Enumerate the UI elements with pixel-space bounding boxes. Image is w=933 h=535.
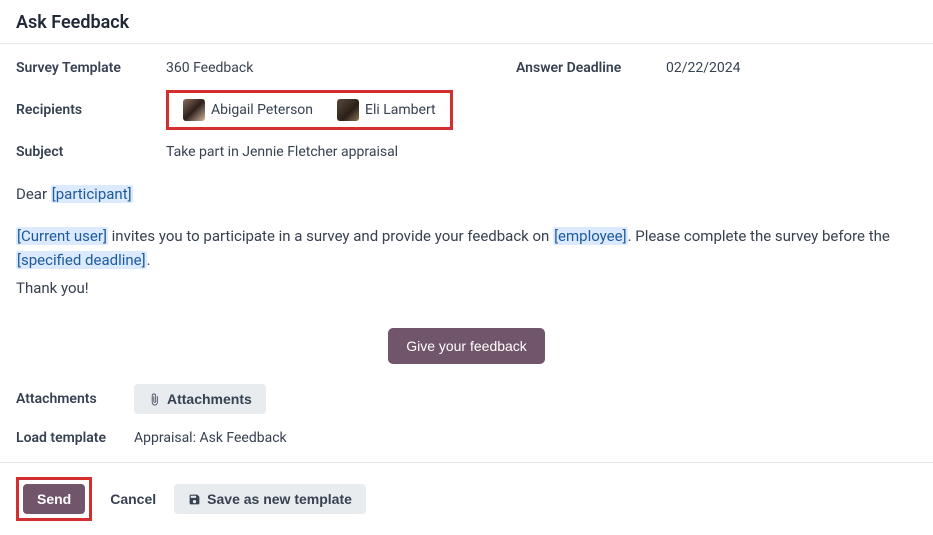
placeholder-current-user: [Current user] [16, 227, 108, 245]
recipients-label: Recipients [16, 102, 166, 118]
recipient-chip[interactable]: Eli Lambert [337, 99, 436, 121]
load-template-value[interactable]: Appraisal: Ask Feedback [134, 430, 287, 446]
subject-label: Subject [16, 144, 166, 160]
recipients-highlight-box: Abigail Peterson Eli Lambert [166, 90, 453, 130]
attachments-button[interactable]: Attachments [134, 384, 266, 414]
form-area: Survey Template 360 Feedback Answer Dead… [0, 44, 933, 182]
body-text: . Please complete the survey before the [628, 227, 890, 245]
subject-value[interactable]: Take part in Jennie Fletcher appraisal [166, 144, 398, 160]
body-text: . [147, 251, 151, 269]
cancel-button[interactable]: Cancel [102, 484, 164, 514]
recipient-chip[interactable]: Abigail Peterson [183, 99, 313, 121]
placeholder-deadline: [specified deadline] [16, 251, 147, 269]
save-as-template-label: Save as new template [207, 491, 352, 507]
attachments-section: Attachments Attachments Load template Ap… [0, 384, 933, 446]
placeholder-participant: [participant] [51, 185, 133, 203]
avatar-icon [337, 99, 359, 121]
save-as-template-button[interactable]: Save as new template [174, 484, 366, 514]
recipient-name: Abigail Peterson [211, 102, 313, 118]
dialog-title: Ask Feedback [16, 12, 917, 33]
answer-deadline-value[interactable]: 02/22/2024 [666, 60, 741, 76]
survey-template-value[interactable]: 360 Feedback [166, 60, 253, 76]
send-button[interactable]: Send [23, 484, 85, 514]
thankyou-text: Thank you! [16, 276, 917, 300]
recipient-name: Eli Lambert [365, 102, 436, 118]
load-template-label: Load template [16, 430, 134, 446]
attachments-button-label: Attachments [167, 391, 252, 407]
attachments-label: Attachments [16, 391, 134, 407]
survey-template-label: Survey Template [16, 60, 166, 76]
greeting-text: Dear [16, 185, 51, 203]
dialog-header: Ask Feedback [0, 0, 933, 44]
placeholder-employee: [employee] [553, 227, 628, 245]
give-feedback-button[interactable]: Give your feedback [388, 328, 545, 364]
avatar-icon [183, 99, 205, 121]
paperclip-icon [148, 393, 161, 406]
message-body[interactable]: Dear [participant] [Current user] invite… [0, 182, 933, 364]
send-highlight-box: Send [16, 477, 92, 521]
body-text: invites you to participate in a survey a… [108, 227, 553, 245]
save-icon [188, 493, 201, 506]
dialog-footer: Send Cancel Save as new template [0, 462, 933, 535]
answer-deadline-label: Answer Deadline [516, 60, 666, 76]
